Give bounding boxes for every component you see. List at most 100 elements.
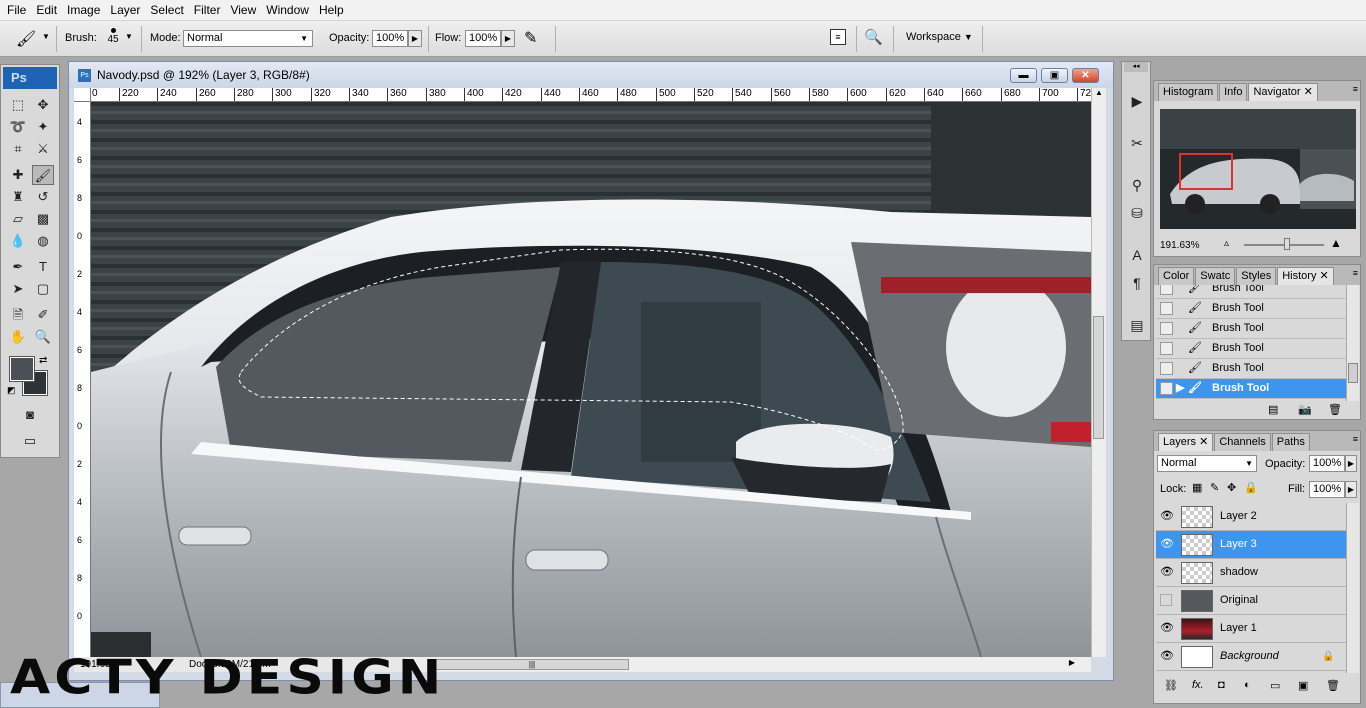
clone-source-panel-icon[interactable]: ⛁ bbox=[1126, 202, 1148, 224]
default-colors-icon[interactable]: ◩ bbox=[7, 385, 16, 396]
history-row[interactable]: 🖌 Brush Tool bbox=[1156, 299, 1346, 319]
navigator-preview[interactable] bbox=[1160, 109, 1356, 229]
ruler-origin[interactable] bbox=[74, 88, 91, 102]
history-scroll-thumb[interactable] bbox=[1348, 363, 1358, 383]
panel-menu-icon[interactable]: ≡ bbox=[1353, 434, 1358, 444]
new-document-from-state-icon[interactable]: ▤ bbox=[1268, 403, 1278, 416]
crop-tool-icon[interactable]: ⌗ bbox=[7, 139, 29, 159]
navigator-zoom[interactable]: 191.63% bbox=[1160, 240, 1199, 251]
healing-brush-tool-icon[interactable]: ✚ bbox=[7, 165, 29, 185]
trash-icon[interactable]: 🗑 bbox=[1326, 679, 1340, 692]
snapshot-checkbox[interactable] bbox=[1160, 285, 1173, 295]
quick-mask-icon[interactable]: ◙ bbox=[19, 405, 41, 425]
adjustment-layer-icon[interactable]: ◐ bbox=[1244, 679, 1251, 691]
eye-icon[interactable]: 👁 bbox=[1160, 503, 1174, 530]
history-row[interactable]: 🖌 Brush Tool bbox=[1156, 319, 1346, 339]
lock-transparency-icon[interactable]: ▦ bbox=[1192, 481, 1202, 494]
zoom-out-icon[interactable]: ▵ bbox=[1224, 238, 1229, 249]
tab-histogram[interactable]: Histogram bbox=[1158, 83, 1219, 101]
horizontal-ruler[interactable]: 0 220 240 260 280 300 320 340 360 380 40… bbox=[91, 88, 1091, 102]
brush-picker-arrow-icon[interactable]: ▼ bbox=[125, 32, 133, 41]
brushes-panel-icon[interactable]: ⚲ bbox=[1126, 174, 1148, 196]
move-tool-icon[interactable]: ✥ bbox=[32, 95, 54, 115]
maximize-button[interactable]: ▣ bbox=[1041, 68, 1068, 83]
tab-layers[interactable]: Layers ✕ bbox=[1158, 433, 1214, 451]
workspace-menu[interactable]: Workspace ▼ bbox=[906, 30, 973, 44]
layer-opacity-arrow-icon[interactable]: ▶ bbox=[1345, 455, 1357, 472]
layer-row[interactable]: 👁 Background 🔒 bbox=[1156, 643, 1346, 671]
layer-opacity-input[interactable]: 100% bbox=[1309, 455, 1345, 472]
menu-select[interactable]: Select bbox=[145, 0, 188, 21]
document-title-bar[interactable]: Ps Navody.psd @ 192% (Layer 3, RGB/8#) ▬… bbox=[69, 62, 1113, 88]
snapshot-checkbox[interactable] bbox=[1160, 382, 1173, 395]
bridge-icon[interactable]: 🔍 bbox=[864, 28, 883, 46]
opacity-slider-arrow-icon[interactable]: ▶ bbox=[408, 30, 422, 47]
close-icon[interactable]: ✕ bbox=[1320, 270, 1329, 282]
lock-all-icon[interactable]: 🔒 bbox=[1244, 481, 1258, 494]
menu-filter[interactable]: Filter bbox=[189, 0, 226, 21]
snapshot-checkbox[interactable] bbox=[1160, 342, 1173, 355]
preset-dropdown-icon[interactable]: ▼ bbox=[42, 32, 50, 41]
panel-menu-icon[interactable]: ≡ bbox=[1353, 268, 1358, 278]
tab-navigator[interactable]: Navigator ✕ bbox=[1248, 83, 1318, 101]
history-row[interactable]: 🖌 Brush Tool bbox=[1156, 285, 1346, 299]
tab-color[interactable]: Color bbox=[1158, 267, 1195, 285]
horizontal-scrollbar[interactable]: ||| ▶ bbox=[405, 657, 1091, 672]
airbrush-icon[interactable]: ✎ bbox=[524, 28, 537, 48]
eye-icon[interactable]: 👁 bbox=[1160, 531, 1174, 558]
layer-style-icon[interactable]: fx. bbox=[1192, 679, 1204, 691]
menu-edit[interactable]: Edit bbox=[31, 0, 62, 21]
brush-tool-preset-icon[interactable]: 🖌 bbox=[16, 29, 36, 49]
history-row-selected[interactable]: ▶ 🖌 Brush Tool bbox=[1156, 379, 1346, 399]
zoom-in-icon[interactable]: ▲ bbox=[1330, 236, 1342, 250]
layer-row-selected[interactable]: 👁 Layer 3 bbox=[1156, 531, 1346, 559]
close-button[interactable]: ✕ bbox=[1072, 68, 1099, 83]
history-state-slider-icon[interactable]: ▶ bbox=[1176, 379, 1184, 398]
lock-pixels-icon[interactable]: ✎ bbox=[1210, 481, 1219, 494]
magic-wand-tool-icon[interactable]: ✦ bbox=[32, 117, 54, 137]
layer-mask-icon[interactable]: ◘ bbox=[1218, 679, 1225, 691]
foreground-color-swatch[interactable] bbox=[9, 356, 35, 382]
slice-tool-icon[interactable]: ⚔ bbox=[32, 139, 54, 159]
zoom-slider-thumb[interactable] bbox=[1284, 238, 1290, 250]
opacity-input[interactable]: 100% bbox=[372, 30, 408, 47]
notes-tool-icon[interactable]: 🗎 bbox=[7, 305, 29, 325]
image-canvas[interactable] bbox=[91, 102, 1091, 657]
close-icon[interactable]: ✕ bbox=[1304, 86, 1313, 98]
snapshot-checkbox[interactable] bbox=[1160, 322, 1173, 335]
clone-stamp-tool-icon[interactable]: ♜ bbox=[7, 187, 29, 207]
swap-colors-icon[interactable]: ⇄ bbox=[39, 355, 47, 366]
zoom-tool-icon[interactable]: 🔍 bbox=[32, 327, 54, 347]
tool-presets-panel-icon[interactable]: ✂ bbox=[1126, 132, 1148, 154]
menu-view[interactable]: View bbox=[225, 0, 261, 21]
mode-select[interactable]: Normal ▼ bbox=[183, 30, 313, 47]
tab-styles[interactable]: Styles bbox=[1236, 267, 1277, 285]
vertical-scrollbar[interactable]: ▲ bbox=[1091, 88, 1106, 657]
new-snapshot-icon[interactable]: 📷 bbox=[1298, 403, 1312, 416]
scroll-right-icon[interactable]: ▶ bbox=[1069, 658, 1075, 667]
tab-paths[interactable]: Paths bbox=[1271, 433, 1310, 451]
link-layers-icon[interactable]: ⛓ bbox=[1164, 679, 1178, 692]
screen-mode-icon[interactable]: ▭ bbox=[19, 431, 41, 451]
layer-row[interactable]: 👁 Layer 2 bbox=[1156, 503, 1346, 531]
blend-mode-select[interactable]: Normal ▼ bbox=[1157, 455, 1257, 472]
path-selection-tool-icon[interactable]: ➤ bbox=[7, 279, 29, 299]
type-tool-icon[interactable]: T bbox=[32, 257, 54, 277]
layers-scrollbar[interactable] bbox=[1346, 503, 1359, 673]
eye-icon[interactable]: 👁 bbox=[1160, 643, 1174, 670]
brush-picker[interactable]: 45 bbox=[104, 25, 122, 53]
snapshot-checkbox[interactable] bbox=[1160, 362, 1173, 375]
shape-tool-icon[interactable]: ▢ bbox=[32, 279, 54, 299]
menu-image[interactable]: Image bbox=[62, 0, 105, 21]
layer-row[interactable]: 👁 Layer 1 bbox=[1156, 615, 1346, 643]
vertical-ruler[interactable]: 4 6 8 0 2 4 6 8 0 2 4 6 8 0 bbox=[74, 102, 91, 657]
paragraph-panel-icon[interactable]: ¶ bbox=[1126, 272, 1148, 294]
marquee-tool-icon[interactable]: ⬚ bbox=[7, 95, 29, 115]
tab-swatches[interactable]: Swatc bbox=[1195, 267, 1236, 285]
layer-row[interactable]: 👁 shadow bbox=[1156, 559, 1346, 587]
eraser-tool-icon[interactable]: ▱ bbox=[7, 209, 29, 229]
scroll-up-icon[interactable]: ▲ bbox=[1092, 88, 1106, 97]
horizontal-scroll-thumb[interactable]: ||| bbox=[435, 659, 629, 670]
lock-position-icon[interactable]: ✥ bbox=[1227, 481, 1236, 494]
blur-tool-icon[interactable]: 💧 bbox=[7, 231, 29, 251]
